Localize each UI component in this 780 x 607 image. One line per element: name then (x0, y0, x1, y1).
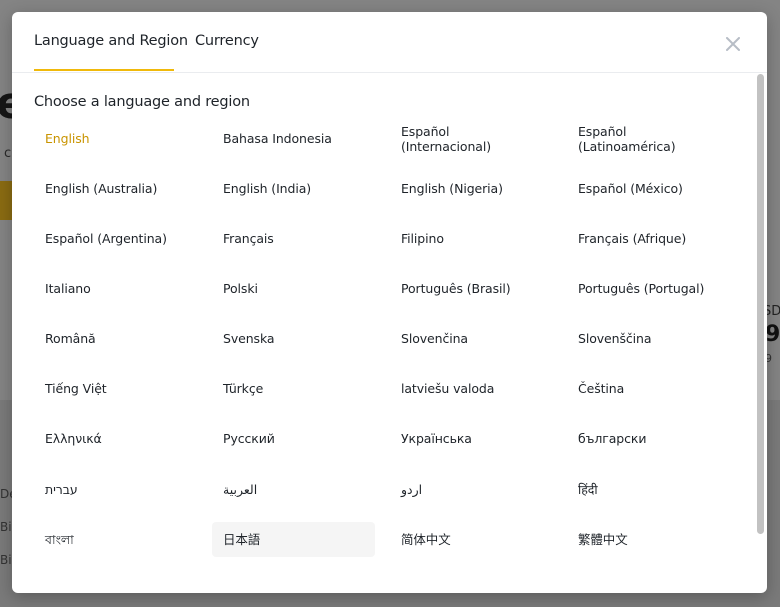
close-button[interactable] (722, 33, 744, 55)
language-label: Português (Brasil) (401, 281, 511, 296)
language-option[interactable]: Slovenščina (567, 321, 730, 356)
language-label: Ελληνικά (45, 431, 102, 446)
language-label: latviešu valoda (401, 381, 495, 396)
language-label: Română (45, 331, 96, 346)
language-option[interactable]: English (34, 121, 197, 156)
language-label: Slovenčina (401, 331, 468, 346)
language-option[interactable]: Tiếng Việt (34, 371, 197, 406)
language-option[interactable]: 繁體中文 (567, 522, 730, 557)
language-label: 繁體中文 (578, 532, 628, 547)
language-option[interactable]: Română (34, 321, 197, 356)
language-label: اردو (401, 482, 423, 497)
language-option[interactable]: Polski (212, 271, 375, 306)
language-option[interactable]: latviešu valoda (390, 371, 553, 406)
language-option[interactable]: English (Australia) (34, 171, 197, 206)
background-text-fragment: c (4, 146, 12, 161)
language-option[interactable]: български (567, 421, 730, 456)
language-option[interactable]: עברית (34, 472, 197, 507)
scrollbar-thumb[interactable] (757, 74, 764, 534)
language-option[interactable]: اردو (390, 472, 553, 507)
language-option[interactable]: Bahasa Indonesia (212, 121, 375, 156)
language-option[interactable]: Español (México) (567, 171, 730, 206)
language-label: English (Nigeria) (401, 181, 503, 196)
language-option[interactable]: 日本語 (212, 522, 375, 557)
language-label: Español (México) (578, 181, 683, 196)
language-option[interactable]: Português (Brasil) (390, 271, 553, 306)
language-option[interactable]: Italiano (34, 271, 197, 306)
active-tab-indicator (34, 69, 174, 71)
close-icon (726, 37, 740, 51)
language-option[interactable]: Svenska (212, 321, 375, 356)
language-option[interactable]: Português (Portugal) (567, 271, 730, 306)
language-option[interactable]: Slovenčina (390, 321, 553, 356)
language-label: 简体中文 (401, 532, 451, 547)
language-label: Español (Latinoamérica) (578, 123, 676, 154)
language-label: Filipino (401, 231, 444, 246)
language-label: Slovenščina (578, 331, 652, 346)
language-option[interactable]: Español (Latinoamérica) (567, 121, 730, 156)
language-label: עברית (45, 482, 78, 497)
language-label: Português (Portugal) (578, 281, 705, 296)
language-label: Українська (401, 431, 472, 446)
language-option[interactable]: Español (Internacional) (390, 121, 553, 156)
language-option[interactable]: Español (Argentina) (34, 221, 197, 256)
language-option[interactable]: English (Nigeria) (390, 171, 553, 206)
section-title: Choose a language and region (34, 94, 250, 110)
background-number-fragment: 93 (765, 322, 780, 347)
language-option[interactable]: Français (Afrique) (567, 221, 730, 256)
language-label: Čeština (578, 381, 625, 396)
language-label: 日本語 (223, 532, 261, 547)
language-label: বাংলা (45, 532, 74, 547)
language-label: Svenska (223, 331, 275, 346)
language-label: العربية (223, 482, 258, 497)
language-label: Español (Internacional) (401, 123, 492, 154)
language-option[interactable]: Русский (212, 421, 375, 456)
language-option[interactable]: العربية (212, 472, 375, 507)
language-label: Français (Afrique) (578, 231, 687, 246)
language-option[interactable]: 简体中文 (390, 522, 553, 557)
language-label: Türkçe (223, 381, 264, 396)
language-label: Tiếng Việt (45, 381, 107, 396)
language-option[interactable]: Čeština (567, 371, 730, 406)
language-label: Bahasa Indonesia (223, 131, 332, 146)
language-region-modal: Language and Region Currency Choose a la… (12, 12, 767, 593)
language-label: हिंदी (578, 482, 598, 497)
language-option[interactable]: Ελληνικά (34, 421, 197, 456)
language-label: Polski (223, 281, 258, 296)
language-option[interactable]: Türkçe (212, 371, 375, 406)
language-label: български (578, 431, 647, 446)
tab-language-and-region[interactable]: Language and Region (34, 33, 188, 49)
language-option[interactable]: বাংলা (34, 522, 197, 557)
language-label: Español (Argentina) (45, 231, 167, 246)
language-option[interactable]: हिंदी (567, 472, 730, 507)
language-option[interactable]: English (India) (212, 171, 375, 206)
language-option[interactable]: Українська (390, 421, 553, 456)
language-label: English (45, 131, 90, 146)
language-label: English (India) (223, 181, 312, 196)
language-label: English (Australia) (45, 181, 158, 196)
language-label: Italiano (45, 281, 91, 296)
language-label: Français (223, 231, 274, 246)
language-option[interactable]: Français (212, 221, 375, 256)
language-label: Русский (223, 431, 275, 446)
language-option[interactable]: Filipino (390, 221, 553, 256)
tab-currency[interactable]: Currency (195, 33, 259, 49)
modal-tabs: Language and Region Currency (12, 12, 767, 73)
